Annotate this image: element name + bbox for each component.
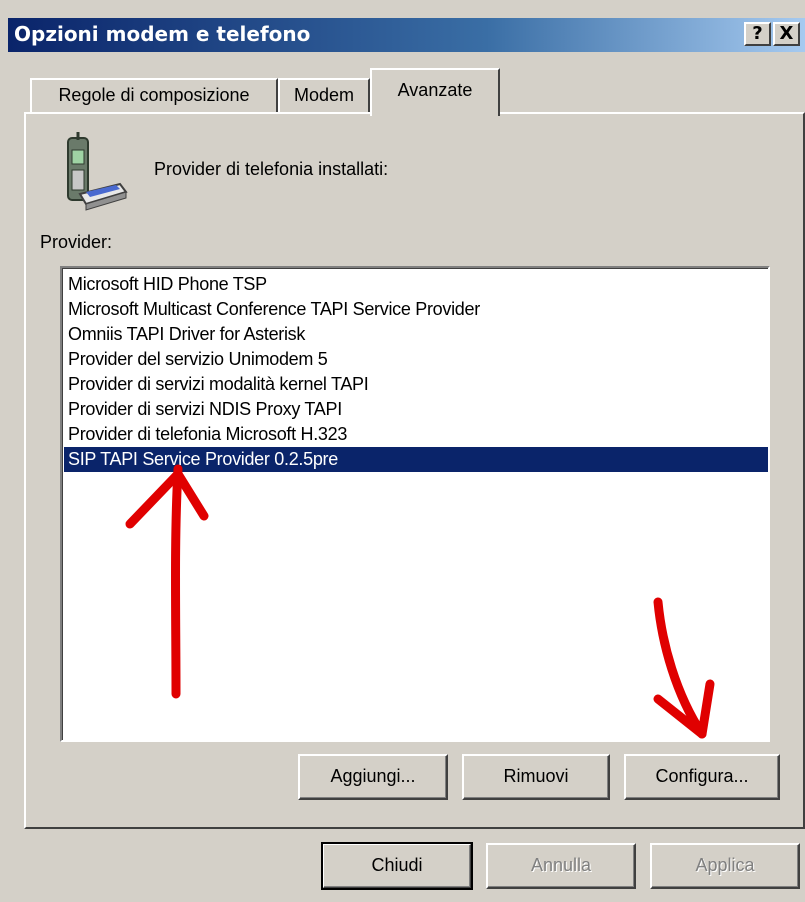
list-item[interactable]: Microsoft HID Phone TSP xyxy=(64,272,768,297)
advanced-panel: Provider di telefonia installati: Provid… xyxy=(24,112,805,829)
help-button[interactable]: ? xyxy=(744,22,771,46)
tab-advanced[interactable]: Avanzate xyxy=(370,68,500,116)
list-item[interactable]: Provider di servizi modalità kernel TAPI xyxy=(64,372,768,397)
phone-modem-icon xyxy=(67,132,128,211)
installed-providers-heading: Provider di telefonia installati: xyxy=(154,159,389,179)
title-bar[interactable]: Opzioni modem e telefono ? X xyxy=(8,18,805,52)
remove-button[interactable]: Rimuovi xyxy=(462,754,610,800)
provider-list: Microsoft HID Phone TSP Microsoft Multic… xyxy=(64,272,768,472)
cancel-button[interactable]: Annulla xyxy=(486,843,636,889)
list-item[interactable]: Provider di telefonia Microsoft H.323 xyxy=(64,422,768,447)
apply-button[interactable]: Applica xyxy=(650,843,800,889)
tab-modem[interactable]: Modem xyxy=(278,78,370,114)
dialog-window: Opzioni modem e telefono ? X Regole di c… xyxy=(0,0,805,902)
add-button[interactable]: Aggiungi... xyxy=(298,754,448,800)
window-title: Opzioni modem e telefono xyxy=(14,22,311,46)
close-button[interactable]: Chiudi xyxy=(321,842,473,890)
list-item[interactable]: Microsoft Multicast Conference TAPI Serv… xyxy=(64,297,768,322)
provider-listbox[interactable]: Microsoft HID Phone TSP Microsoft Multic… xyxy=(60,266,770,742)
list-item[interactable]: Provider di servizi NDIS Proxy TAPI xyxy=(64,397,768,422)
configure-button[interactable]: Configura... xyxy=(624,754,780,800)
close-window-button[interactable]: X xyxy=(773,22,800,46)
list-item-selected[interactable]: SIP TAPI Service Provider 0.2.5pre xyxy=(64,447,768,472)
list-item[interactable]: Provider del servizio Unimodem 5 xyxy=(64,347,768,372)
provider-list-label: Provider: xyxy=(40,232,113,252)
list-item[interactable]: Omniis TAPI Driver for Asterisk xyxy=(64,322,768,347)
tab-dialing-rules[interactable]: Regole di composizione xyxy=(30,78,278,114)
